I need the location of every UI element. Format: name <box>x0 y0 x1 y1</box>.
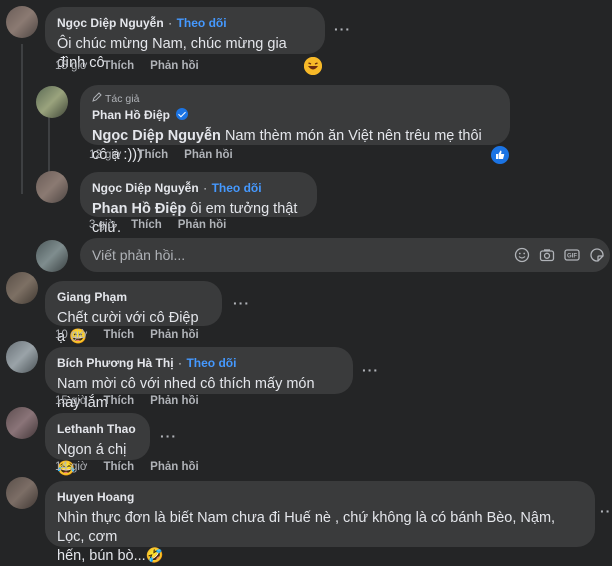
avatar[interactable] <box>6 6 38 38</box>
comment-text: Chết cười với cô Điệp ạ 😄 <box>57 310 199 345</box>
reply-button[interactable]: Phản hồi <box>150 395 199 407</box>
comment-meta: 12 giờ Thích Phản hồi <box>89 149 233 161</box>
reply-button[interactable]: Phản hồi <box>150 329 199 341</box>
comment-text-line: hến, bún bò...🤣 <box>57 548 164 564</box>
verified-icon <box>176 108 189 120</box>
separator: · <box>178 356 183 370</box>
more-options-button[interactable]: ··· <box>600 503 612 519</box>
more-options-button[interactable]: ··· <box>334 21 351 37</box>
reply-input-box[interactable]: GIF <box>80 238 610 272</box>
timestamp[interactable]: 14 giờ <box>55 461 87 473</box>
reply-button[interactable]: Phản hồi <box>178 219 227 231</box>
like-button[interactable]: Thích <box>131 219 162 231</box>
comment-text: Nhìn thực đơn là biết Nam chưa đi Huế nè… <box>57 509 583 566</box>
commenter-name[interactable]: Phan Hồ Điệp <box>92 108 170 122</box>
sticker-icon[interactable] <box>589 247 605 263</box>
comment-meta: 10 giờ Thích Phản hồi <box>55 329 199 341</box>
comment-text: Ngon á chị 😂 <box>57 442 127 477</box>
timestamp[interactable]: 15 giờ <box>55 395 87 407</box>
avatar <box>36 240 68 272</box>
like-button[interactable]: Thích <box>103 60 134 72</box>
edit-pencil-icon <box>92 92 102 105</box>
camera-icon[interactable] <box>539 247 555 263</box>
avatar[interactable] <box>6 407 38 439</box>
haha-reaction-icon[interactable] <box>304 57 322 75</box>
commenter-name[interactable]: Ngọc Diệp Nguyễn <box>57 16 164 30</box>
comment-bubble: Huyen Hoang Nhìn thực đơn là biết Nam ch… <box>45 481 595 564</box>
more-options-button[interactable]: ··· <box>233 295 250 311</box>
comment-meta: 15 giờ Thích Phản hồi <box>55 60 199 72</box>
more-options-button[interactable]: ··· <box>160 428 177 444</box>
separator: · <box>203 181 208 195</box>
avatar[interactable] <box>36 86 68 118</box>
comment-text: Nam mời cô với nhed cô thích mấy món này… <box>57 376 315 411</box>
reply-button[interactable]: Phản hồi <box>150 461 199 473</box>
tagged-user[interactable]: Phan Hồ Điệp <box>92 201 186 217</box>
comment-bubble: Bích Phương Hà Thị · Theo dõi Nam mời cô… <box>45 347 353 411</box>
comment-meta: 3 giờ Thích Phản hồi <box>89 219 226 231</box>
commenter-name[interactable]: Lethanh Thao <box>57 422 136 436</box>
thread-line <box>21 44 23 194</box>
like-button[interactable]: Thích <box>103 395 134 407</box>
comment-bubble: Tác giả Phan Hồ Điệp Ngọc Diệp Nguyễn Na… <box>80 85 510 163</box>
commenter-name[interactable]: Giang Phạm <box>57 290 127 304</box>
gif-icon[interactable]: GIF <box>564 247 580 263</box>
like-button[interactable]: Thích <box>103 329 134 341</box>
reply-toolbar: GIF <box>514 247 605 263</box>
comment-bubble: Giang Phạm Chết cười với cô Điệp ạ 😄 <box>45 281 222 345</box>
commenter-name[interactable]: Bích Phương Hà Thị <box>57 356 174 370</box>
follow-link[interactable]: Theo dõi <box>177 16 227 30</box>
timestamp[interactable]: 12 giờ <box>89 149 121 161</box>
avatar[interactable] <box>36 171 68 203</box>
avatar[interactable] <box>6 272 38 304</box>
like-button[interactable]: Thích <box>103 461 134 473</box>
separator: · <box>168 16 173 30</box>
comment-bubble: Lethanh Thao Ngon á chị 😂 <box>45 413 150 477</box>
comment-text-line: Nhìn thực đơn là biết Nam chưa đi Huế nè… <box>57 510 556 545</box>
comment-meta: 14 giờ Thích Phản hồi <box>55 461 199 473</box>
comment-meta: 15 giờ Thích Phản hồi <box>55 395 199 407</box>
follow-link[interactable]: Theo dõi <box>186 356 236 370</box>
author-badge: Tác giả <box>92 92 498 105</box>
svg-text:GIF: GIF <box>567 254 577 260</box>
like-reaction-icon[interactable] <box>491 146 509 164</box>
tagged-user[interactable]: Ngọc Diệp Nguyễn <box>92 128 221 144</box>
commenter-name[interactable]: Huyen Hoang <box>57 490 134 504</box>
avatar[interactable] <box>6 341 38 373</box>
author-badge-label: Tác giả <box>105 92 140 105</box>
timestamp[interactable]: 15 giờ <box>55 60 87 72</box>
emoji-icon[interactable] <box>514 247 530 263</box>
comment-bubble: Ngọc Diệp Nguyễn · Theo dõi Phan Hồ Điệp… <box>80 172 317 236</box>
like-button[interactable]: Thích <box>137 149 168 161</box>
timestamp[interactable]: 10 giờ <box>55 329 87 341</box>
avatar[interactable] <box>6 477 38 509</box>
comment-bubble: Ngọc Diệp Nguyễn · Theo dõi Ôi chúc mừng… <box>45 7 325 71</box>
reply-input[interactable] <box>92 245 472 265</box>
commenter-name[interactable]: Ngọc Diệp Nguyễn <box>92 181 199 195</box>
timestamp[interactable]: 3 giờ <box>89 219 115 231</box>
reply-button[interactable]: Phản hồi <box>184 149 233 161</box>
more-options-button[interactable]: ··· <box>362 362 379 378</box>
follow-link[interactable]: Theo dõi <box>212 181 262 195</box>
reply-button[interactable]: Phản hồi <box>150 60 199 72</box>
